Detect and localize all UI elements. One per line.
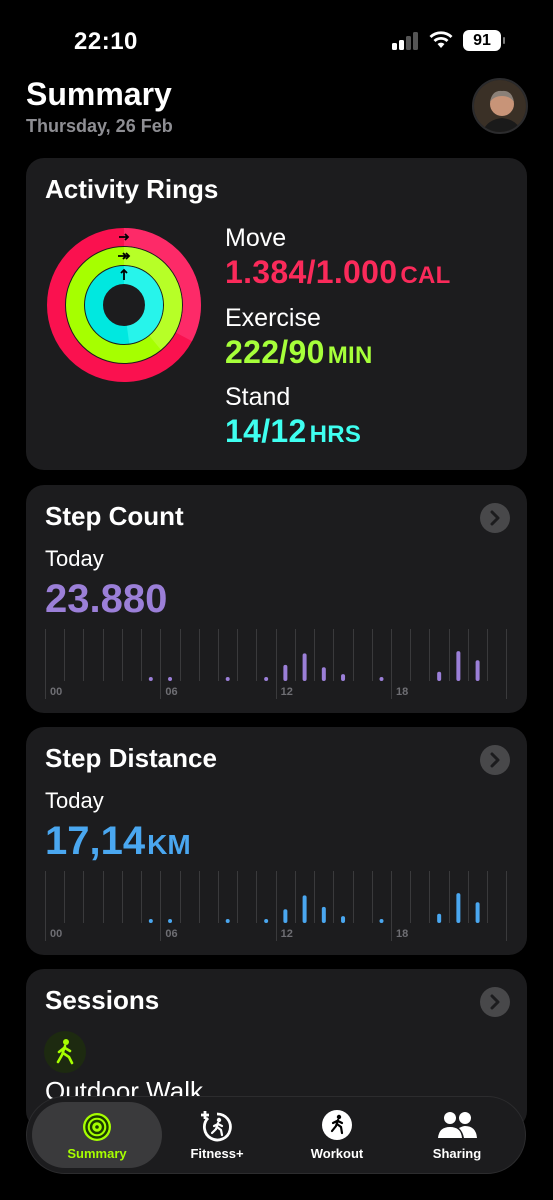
chart-bar [302, 895, 307, 923]
tab-sharing[interactable]: Sharing [395, 1097, 519, 1173]
chart-bar [456, 893, 461, 923]
chart-bar [148, 677, 153, 681]
chart-bar [437, 671, 442, 681]
chart-tick-label: 00 [50, 686, 62, 698]
walk-icon [44, 1031, 86, 1073]
chart-bar [264, 919, 269, 923]
rings-icon [83, 1113, 111, 1141]
wifi-icon [429, 31, 453, 48]
chart-tick-label: 18 [396, 928, 408, 940]
step-distance-card[interactable]: Step Distance Today 17,14KM 00 06 12 18 [26, 727, 527, 955]
tab-fitness-plus[interactable]: Fitness+ [155, 1097, 279, 1173]
status-time: 22:10 [74, 28, 138, 55]
chart-tick-label: 18 [396, 686, 408, 698]
page-date: Thursday, 26 Feb [26, 116, 173, 136]
chart-bar [225, 677, 230, 681]
exercise-value: 222/90 MIN [225, 334, 373, 370]
chart-bar [475, 660, 480, 681]
fitness-plus-icon [201, 1111, 232, 1142]
step-distance-chart: 00 06 12 18 [45, 871, 507, 941]
chart-bar [283, 909, 288, 923]
chart-bar [168, 677, 173, 681]
activity-rings-icon [47, 228, 201, 382]
chart-tick-label: 06 [165, 686, 177, 698]
chart-bar [341, 916, 346, 923]
tab-bar: Summary Fitness+ Workout Sharing [26, 1096, 526, 1174]
tab-summary[interactable]: Summary [32, 1102, 162, 1168]
tab-label: Summary [67, 1146, 127, 1161]
chart-bar [437, 913, 442, 923]
exercise-label: Exercise [225, 304, 321, 332]
step-count-chart: 00 06 12 18 [45, 629, 507, 699]
tab-label: Fitness+ [190, 1146, 244, 1161]
move-label: Move [225, 224, 287, 252]
chart-bar [475, 902, 480, 923]
chart-bar [321, 667, 326, 681]
stand-value: 14/12 HRS [225, 413, 362, 449]
card-title: Sessions [45, 985, 160, 1015]
chevron-right-icon[interactable] [480, 503, 510, 533]
profile-photo-icon [474, 80, 526, 132]
battery-indicator: 91 [463, 30, 505, 51]
cellular-signal-icon [392, 32, 422, 50]
chart-tick-label: 06 [165, 928, 177, 940]
chevron-right-icon[interactable] [480, 987, 510, 1017]
step-count-value: 23.880 [45, 577, 168, 621]
chart-tick-label: 12 [281, 686, 293, 698]
activity-rings-card[interactable]: Activity Rings Move 1.384/1.000 CAL Exerc… [26, 158, 527, 470]
chevron-right-icon[interactable] [480, 745, 510, 775]
status-bar: 22:10 91 [0, 0, 553, 80]
stand-label: Stand [225, 383, 291, 411]
chart-bar [302, 653, 307, 681]
chart-bar [321, 906, 326, 923]
chart-bar [148, 919, 153, 923]
step-count-card[interactable]: Step Count Today 23.880 00 06 12 18 [26, 485, 527, 713]
chart-bar [379, 677, 384, 681]
avatar[interactable] [472, 78, 528, 134]
chart-tick-label: 00 [50, 928, 62, 940]
chart-bar [456, 651, 461, 681]
card-title: Step Count [45, 501, 184, 531]
chart-tick-label: 12 [281, 928, 293, 940]
chart-bar [168, 919, 173, 923]
page-title: Summary [26, 76, 172, 112]
chart-bar [379, 919, 384, 923]
chart-bar [225, 919, 230, 923]
step-distance-value: 17,14KM [45, 819, 191, 863]
chart-bar [264, 677, 269, 681]
chart-bar [283, 664, 288, 681]
move-value: 1.384/1.000 CAL [225, 254, 451, 290]
workout-runner-icon [322, 1110, 352, 1140]
sharing-people-icon [438, 1112, 477, 1138]
card-title: Activity Rings [45, 174, 219, 204]
period-label: Today [45, 546, 104, 571]
tab-workout[interactable]: Workout [275, 1097, 399, 1173]
card-title: Step Distance [45, 743, 217, 773]
period-label: Today [45, 788, 104, 813]
tab-label: Sharing [432, 1146, 482, 1161]
chart-bar [341, 674, 346, 681]
tab-label: Workout [310, 1146, 364, 1161]
